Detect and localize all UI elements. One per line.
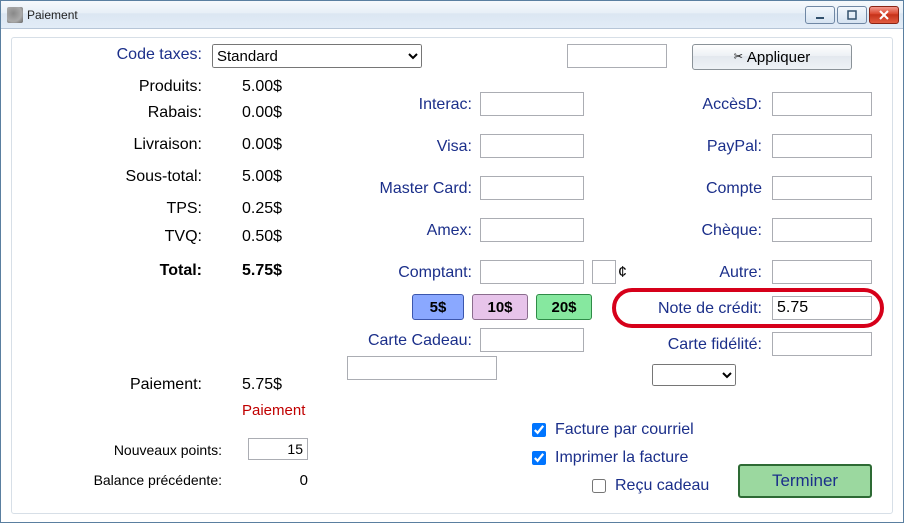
email-invoice-checkbox[interactable] — [532, 423, 546, 437]
autre-label: Autre: — [612, 264, 762, 282]
visa-label: Visa: — [312, 138, 472, 156]
window-title: Paiement — [27, 8, 78, 22]
apply-button-label: Appliquer — [747, 49, 810, 66]
loyalty-select[interactable] — [652, 364, 736, 386]
taxcode-label: Code taxes: — [12, 46, 202, 64]
new-points-label: Nouveaux points: — [12, 442, 222, 458]
amex-label: Amex: — [312, 222, 472, 240]
finish-button[interactable]: Terminer — [738, 464, 872, 498]
credit-note-input[interactable] — [772, 296, 872, 320]
rebate-value: 0.00$ — [212, 104, 312, 122]
email-invoice-label: Facture par courriel — [555, 421, 694, 439]
interac-input[interactable] — [480, 92, 584, 116]
autre-input[interactable] — [772, 260, 872, 284]
taxcode-select[interactable]: Standard — [212, 44, 422, 68]
apply-code-input[interactable] — [567, 44, 667, 68]
close-icon — [878, 9, 890, 21]
cheque-input[interactable] — [772, 218, 872, 242]
gift-receipt-label: Reçu cadeau — [615, 477, 709, 495]
email-invoice-row: Facture par courriel — [528, 420, 694, 440]
payment-value: 5.75$ — [212, 376, 312, 394]
rebate-label: Rabais: — [12, 104, 202, 122]
maximize-button[interactable] — [837, 6, 867, 24]
paypal-label: PayPal: — [612, 138, 762, 156]
loyalty-label: Carte fidélité: — [612, 336, 762, 354]
quick-10-button[interactable]: 10$ — [472, 294, 528, 320]
quick-20-button[interactable]: 20$ — [536, 294, 592, 320]
gift-receipt-row: Reçu cadeau — [588, 476, 709, 496]
accesd-input[interactable] — [772, 92, 872, 116]
products-value: 5.00$ — [212, 78, 312, 96]
giftcard-number-input[interactable] — [347, 356, 497, 380]
tps-value: 0.25$ — [212, 200, 312, 218]
gift-receipt-checkbox[interactable] — [592, 479, 606, 493]
comptant-label: Comptant: — [312, 264, 472, 282]
print-invoice-label: Imprimer la facture — [555, 449, 688, 467]
maximize-icon — [846, 9, 858, 21]
tvq-label: TVQ: — [12, 228, 202, 246]
giftcard-label: Carte Cadeau: — [312, 332, 472, 350]
compte-label: Compte — [612, 180, 762, 198]
compte-input[interactable] — [772, 176, 872, 200]
comptant-input[interactable] — [480, 260, 584, 284]
print-invoice-checkbox[interactable] — [532, 451, 546, 465]
shipping-label: Livraison: — [12, 136, 202, 154]
prev-balance-label: Balance précédente: — [12, 472, 222, 488]
tvq-value: 0.50$ — [212, 228, 312, 246]
apply-button[interactable]: ✂ Appliquer — [692, 44, 852, 70]
quick-5-button[interactable]: 5$ — [412, 294, 464, 320]
tps-label: TPS: — [12, 200, 202, 218]
visa-input[interactable] — [480, 134, 584, 158]
scissors-icon: ✂ — [734, 52, 743, 63]
close-button[interactable] — [869, 6, 899, 24]
finish-button-label: Terminer — [772, 471, 838, 491]
new-points-field[interactable] — [248, 438, 308, 460]
amex-input[interactable] — [480, 218, 584, 242]
payment-label: Paiement: — [12, 376, 202, 394]
subtotal-label: Sous-total: — [12, 168, 202, 186]
loyalty-input[interactable] — [772, 332, 872, 356]
mastercard-label: Master Card: — [312, 180, 472, 198]
minimize-icon — [814, 9, 826, 21]
credit-note-label: Note de crédit: — [612, 300, 762, 318]
cheque-label: Chèque: — [612, 222, 762, 240]
total-value: 5.75$ — [212, 262, 312, 280]
shipping-value: 0.00$ — [212, 136, 312, 154]
interac-label: Interac: — [312, 96, 472, 114]
giftcard-amount-input[interactable] — [480, 328, 584, 352]
mastercard-input[interactable] — [480, 176, 584, 200]
minimize-button[interactable] — [805, 6, 835, 24]
window-titlebar: Paiement — [1, 1, 903, 29]
paypal-input[interactable] — [772, 134, 872, 158]
accesd-label: AccèsD: — [612, 96, 762, 114]
subtotal-value: 5.00$ — [212, 168, 312, 186]
prev-balance-value: 0 — [248, 472, 308, 489]
payment-status: Paiement — [242, 402, 305, 419]
app-icon — [7, 7, 23, 23]
total-label: Total: — [12, 262, 202, 280]
print-invoice-row: Imprimer la facture — [528, 448, 688, 468]
products-label: Produits: — [12, 78, 202, 96]
